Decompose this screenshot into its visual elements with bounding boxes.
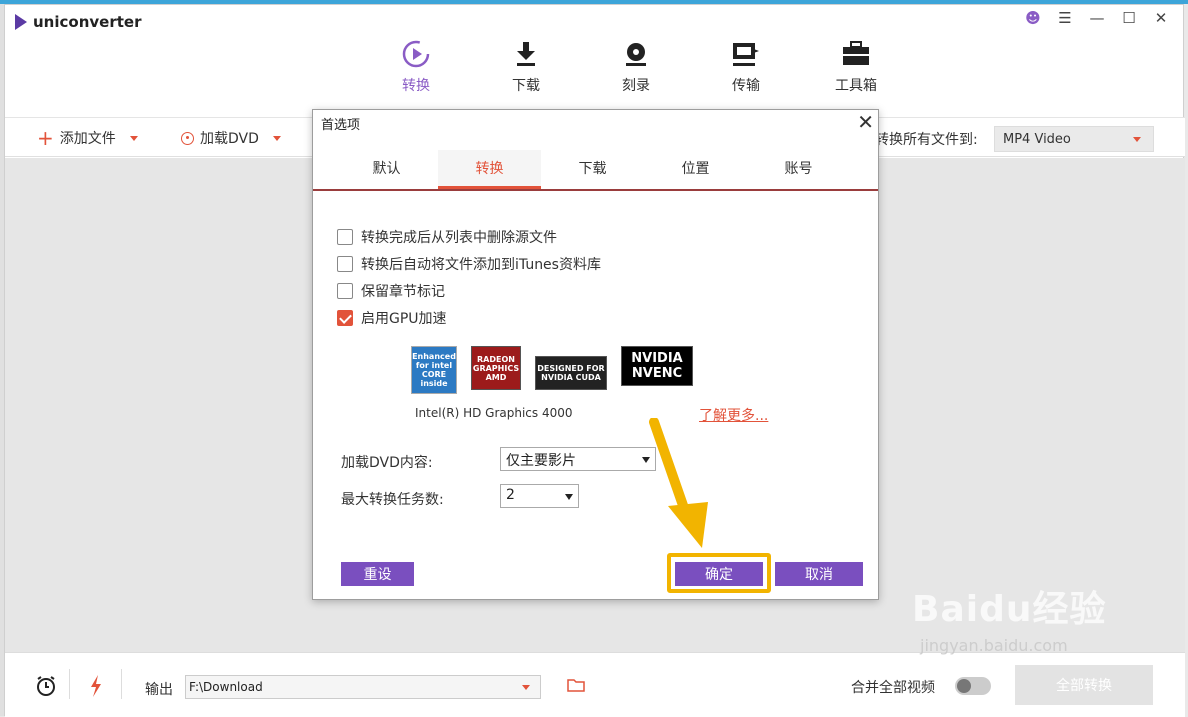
baidu-watermark-url: jingyan.baidu.com bbox=[920, 636, 1068, 655]
merge-all-label: 合并全部视频 bbox=[851, 680, 935, 696]
download-icon bbox=[514, 39, 538, 69]
convert-icon bbox=[401, 39, 431, 69]
app-logo: uniconverter bbox=[15, 13, 141, 31]
nav-burn[interactable]: 刻录 bbox=[581, 39, 691, 95]
minimize-icon[interactable]: — bbox=[1087, 9, 1107, 27]
plus-icon: + bbox=[37, 126, 54, 150]
tab-default[interactable]: 默认 bbox=[335, 150, 438, 189]
chevron-down-icon[interactable] bbox=[272, 135, 281, 141]
toolbox-icon bbox=[841, 39, 871, 69]
dialog-tabs: 默认 转换 下载 位置 账号 bbox=[313, 150, 878, 191]
disc-icon bbox=[181, 131, 194, 145]
gpu-name: Intel(R) HD Graphics 4000 bbox=[415, 406, 573, 420]
nvidia-nvenc-logo: NVIDIA NVENC bbox=[621, 346, 693, 386]
option-label: 保留章节标记 bbox=[361, 284, 445, 300]
merge-toggle[interactable] bbox=[955, 677, 991, 695]
lightning-icon[interactable] bbox=[89, 675, 103, 701]
checkbox[interactable] bbox=[337, 256, 353, 272]
app-name: uniconverter bbox=[33, 13, 142, 31]
bottom-bar: 输出 F:\Download 合并全部视频 全部转换 bbox=[5, 652, 1185, 717]
ok-button[interactable]: 确定 bbox=[675, 562, 763, 586]
tab-convert[interactable]: 转换 bbox=[438, 150, 541, 189]
checkbox[interactable] bbox=[337, 229, 353, 245]
output-path-value: F:\Download bbox=[189, 680, 263, 694]
tab-account[interactable]: 账号 bbox=[747, 150, 850, 189]
max-tasks-value: 2 bbox=[506, 487, 515, 503]
reset-button-label: 重设 bbox=[363, 567, 392, 583]
divider bbox=[69, 669, 70, 699]
reset-button[interactable]: 重设 bbox=[341, 562, 414, 586]
option-label: 启用GPU加速 bbox=[361, 311, 447, 327]
add-file-button[interactable]: + 添加文件 bbox=[37, 128, 138, 148]
cancel-button-label: 取消 bbox=[805, 567, 833, 583]
ok-button-label: 确定 bbox=[705, 567, 733, 583]
load-dvd-label: 加载DVD bbox=[200, 131, 259, 147]
intel-core-logo: Enhanced for intel CORE inside bbox=[411, 346, 457, 394]
nav-transfer[interactable]: 传输 bbox=[691, 39, 801, 95]
output-format-select[interactable]: MP4 Video bbox=[994, 126, 1154, 152]
gpu-badges: Enhanced for intel CORE inside RADEON GR… bbox=[411, 346, 693, 394]
output-path-field[interactable]: F:\Download bbox=[185, 675, 541, 699]
add-file-label: 添加文件 bbox=[59, 131, 116, 147]
chevron-down-icon[interactable] bbox=[522, 685, 530, 690]
option-gpu-acceleration[interactable]: 启用GPU加速 bbox=[337, 308, 447, 328]
chevron-down-icon bbox=[1133, 137, 1141, 142]
tab-location[interactable]: 位置 bbox=[644, 150, 747, 189]
window-controls: ☻ ☰ — ☐ ✕ bbox=[1023, 9, 1171, 27]
nav-download[interactable]: 下载 bbox=[471, 39, 581, 95]
burn-icon bbox=[624, 39, 648, 69]
checkbox-checked[interactable] bbox=[337, 310, 353, 326]
convert-all-to-label: 转换所有文件到: bbox=[875, 132, 978, 148]
cancel-button[interactable]: 取消 bbox=[775, 562, 863, 586]
checkbox[interactable] bbox=[337, 283, 353, 299]
option-label: 转换完成后从列表中删除源文件 bbox=[361, 230, 557, 246]
max-tasks-label: 最大转换任务数: bbox=[341, 492, 444, 508]
annotation-arrow bbox=[649, 418, 708, 548]
nav-transfer-label: 传输 bbox=[732, 78, 760, 94]
chevron-down-icon[interactable] bbox=[129, 135, 138, 141]
folder-icon[interactable] bbox=[567, 677, 585, 696]
load-dvd-content-value: 仅主要影片 bbox=[506, 453, 576, 469]
nav-toolbox-label: 工具箱 bbox=[835, 78, 877, 94]
close-icon[interactable]: ✕ bbox=[1151, 9, 1171, 27]
nav-toolbox[interactable]: 工具箱 bbox=[801, 39, 911, 95]
amd-radeon-logo: RADEON GRAPHICS AMD bbox=[471, 346, 521, 390]
nvidia-cuda-logo: DESIGNED FOR NVIDIA CUDA bbox=[535, 356, 607, 390]
nav-convert[interactable]: 转换 bbox=[361, 39, 471, 95]
output-label: 输出 bbox=[145, 682, 173, 698]
option-add-to-itunes[interactable]: 转换后自动将文件添加到iTunes资料库 bbox=[337, 254, 601, 274]
option-delete-source[interactable]: 转换完成后从列表中删除源文件 bbox=[337, 227, 557, 247]
load-dvd-content-label: 加载DVD内容: bbox=[341, 455, 433, 471]
menu-icon[interactable]: ☰ bbox=[1055, 9, 1075, 27]
convert-all-button[interactable]: 全部转换 bbox=[1015, 665, 1153, 705]
preferences-dialog: 首选项 ✕ 默认 转换 下载 位置 账号 转换完成后从列表中删除源文件 转换后自… bbox=[312, 109, 879, 600]
user-icon[interactable]: ☻ bbox=[1023, 9, 1043, 27]
nav-convert-label: 转换 bbox=[402, 78, 430, 94]
load-dvd-button[interactable]: 加载DVD bbox=[181, 128, 281, 148]
chevron-down-icon bbox=[565, 494, 573, 500]
option-label: 转换后自动将文件添加到iTunes资料库 bbox=[361, 257, 601, 273]
maximize-icon[interactable]: ☐ bbox=[1119, 9, 1139, 27]
logo-icon bbox=[15, 14, 27, 30]
max-tasks-select[interactable]: 2 bbox=[500, 484, 579, 508]
convert-all-button-label: 全部转换 bbox=[1056, 678, 1112, 694]
nav-burn-label: 刻录 bbox=[622, 78, 650, 94]
main-nav: 转换 下载 刻录 传输 工具箱 bbox=[361, 39, 911, 95]
option-keep-chapters[interactable]: 保留章节标记 bbox=[337, 281, 445, 301]
load-dvd-content-select[interactable]: 仅主要影片 bbox=[500, 447, 656, 471]
transfer-icon bbox=[731, 39, 761, 69]
nav-download-label: 下载 bbox=[512, 78, 540, 94]
alarm-clock-icon[interactable] bbox=[35, 675, 57, 701]
tab-download[interactable]: 下载 bbox=[541, 150, 644, 189]
divider bbox=[121, 669, 122, 699]
output-format-value: MP4 Video bbox=[1003, 132, 1071, 147]
dialog-title: 首选项 bbox=[321, 118, 361, 133]
baidu-watermark: Baidu经验 bbox=[912, 589, 1107, 630]
close-icon[interactable]: ✕ bbox=[857, 111, 874, 133]
